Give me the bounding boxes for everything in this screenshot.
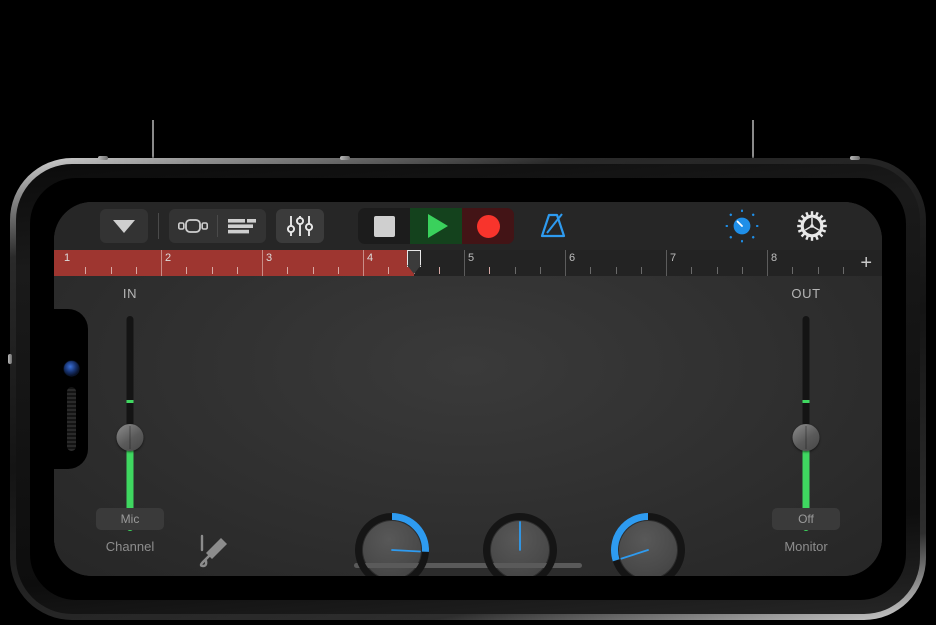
phone-bezel: 12345678 + IN Mic Channel OUT Off Monito… (30, 178, 906, 600)
metronome-button[interactable] (530, 209, 578, 243)
phone-screen: 12345678 + IN Mic Channel OUT Off Monito… (54, 202, 882, 576)
stop-button[interactable] (358, 208, 410, 244)
ruler-bar-number: 4 (367, 252, 374, 264)
phone-frame: 12345678 + IN Mic Channel OUT Off Monito… (8, 156, 926, 620)
knob-pointer (519, 521, 521, 551)
cycle-region[interactable] (54, 250, 414, 276)
add-track-button[interactable]: + (860, 253, 872, 273)
metronome-icon (540, 213, 566, 238)
play-button[interactable] (410, 208, 462, 244)
gear-icon (797, 211, 827, 241)
output-sub-label: Monitor (784, 539, 828, 554)
view-button-group (169, 209, 266, 243)
transport-controls (358, 208, 578, 244)
phone-inner-frame: 12345678 + IN Mic Channel OUT Off Monito… (16, 164, 920, 614)
ruler-bar-number: 5 (468, 252, 475, 264)
mixer-sliders-icon (287, 216, 313, 236)
toolbar-divider (158, 213, 159, 239)
mixer-button[interactable] (276, 209, 324, 243)
volume-button-top (98, 156, 108, 160)
settings-button[interactable] (788, 209, 836, 243)
knob-pointer (391, 549, 421, 553)
ruler-bar-number: 7 (670, 252, 677, 264)
ruler-bar-number: 2 (165, 252, 172, 264)
fx-knob-button[interactable] (718, 209, 766, 243)
navigation-button[interactable] (100, 209, 148, 243)
volume-button-bottom (340, 156, 350, 160)
toolbar (54, 202, 882, 251)
record-icon (476, 214, 500, 238)
ruler-bar-number: 8 (771, 252, 778, 264)
notch (54, 309, 88, 469)
timeline-ruler[interactable]: 1 2 3 4 5 6 7 8 + (54, 250, 882, 277)
loop-browser-icon (178, 219, 208, 233)
ruler-bar-number: 1 (64, 252, 71, 264)
power-button (850, 156, 860, 160)
output-fader-knob[interactable] (792, 424, 820, 451)
playhead[interactable] (405, 250, 422, 276)
knob-compressor[interactable]: Compressor (593, 512, 703, 576)
chevron-down-icon (113, 219, 135, 233)
track-list-icon (228, 219, 256, 234)
ruler-bar-number: 3 (266, 252, 273, 264)
screenshot-root: 12345678 + IN Mic Channel OUT Off Monito… (0, 0, 936, 625)
smart-controls-panel: IN Mic Channel OUT Off Monitor (54, 276, 882, 576)
front-camera-icon (64, 361, 79, 376)
fx-knob-icon (725, 209, 759, 243)
silent-switch (8, 354, 12, 364)
play-icon (428, 214, 448, 238)
ruler-bar-number: 6 (569, 252, 576, 264)
output-label: OUT (791, 286, 821, 301)
record-button[interactable] (462, 208, 514, 244)
stop-icon (373, 215, 395, 237)
output-channel-strip: OUT Off Monitor (746, 276, 866, 576)
knob-pointer (620, 549, 649, 560)
loop-browser-button[interactable] (169, 209, 217, 243)
monitor-button[interactable]: Off (772, 508, 840, 530)
earpiece-speaker (67, 387, 76, 451)
output-level-mark (802, 400, 810, 403)
track-list-button[interactable] (218, 209, 266, 243)
